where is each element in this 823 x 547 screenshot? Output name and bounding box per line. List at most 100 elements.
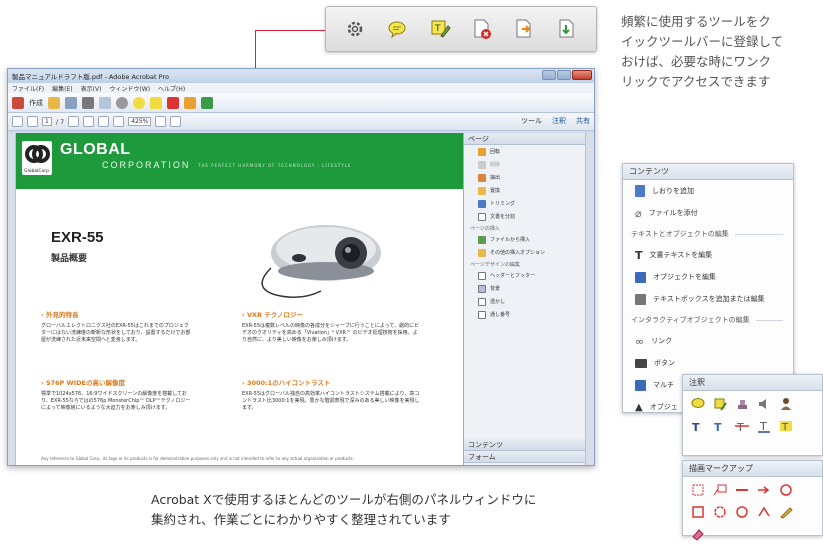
insert-other-icon [478,248,486,257]
menu-file[interactable]: ファイル(F) [12,84,44,93]
textbox-markup-icon[interactable] [691,483,705,497]
add-bookmark-tool[interactable]: しおりを追加 [623,180,793,202]
create-icon[interactable] [12,96,24,109]
tool-rotate[interactable]: 回転 [464,145,594,158]
edit-text-tool[interactable]: T 文書テキストを編集 [623,244,793,266]
delete-page-small-icon[interactable] [167,96,179,109]
watermark-icon [478,297,486,306]
document-view[interactable]: GlobalCorp GLOBAL CORPORATION THE PERFEC… [16,133,464,465]
eraser-icon[interactable] [691,527,705,541]
tool-extract[interactable]: 抽出 [464,171,594,184]
gear-icon[interactable] [342,16,368,42]
tools-panel: ページ 回転 削除 抽出 置換 トリミング 文書を分割 ページの挿入 ファイルか… [464,133,594,465]
attach-file-tool[interactable]: ⌀ ファイルを添付 [623,202,793,224]
zoom-input[interactable]: 425% [128,117,152,126]
tool-crop[interactable]: トリミング [464,197,594,210]
delete-page-icon[interactable] [469,16,495,42]
menu-window[interactable]: ウィンドウ(W) [109,84,150,93]
page-number-input[interactable]: 1 [42,117,52,126]
caption-panel: Acrobat Xで使用するほとんどのツールが右側のパネルウィンドウに 集約され… [151,492,537,527]
open-icon[interactable] [48,96,60,109]
annotation-panel-header[interactable]: 注釈 [683,375,822,391]
bookmark-icon [635,185,645,197]
zoom-in-button[interactable] [113,116,125,127]
oval-icon[interactable] [779,483,793,497]
gear-small-icon[interactable] [116,96,128,109]
edit-object-tool[interactable]: オブジェクトを編集 [623,266,793,288]
callout-icon[interactable] [713,483,727,497]
extract-page-icon[interactable] [511,16,537,42]
fit-page-button[interactable] [155,116,167,127]
export-page-small-icon[interactable] [201,96,213,109]
connected-lines-icon[interactable] [757,505,771,519]
underline-icon[interactable]: T [757,419,771,433]
tool-split[interactable]: 文書を分割 [464,210,594,223]
highlight-icon[interactable] [713,397,727,411]
text-edit-small-icon[interactable] [150,96,162,109]
text-edit-icon[interactable]: T [427,16,453,42]
pencil-icon[interactable] [779,505,793,519]
tool-insert-other[interactable]: その他の挿入オプション [464,246,594,259]
drawing-markup-panel-header[interactable]: 描画マークアップ [683,461,822,477]
prev-page-button[interactable] [12,116,23,127]
hand-tool-button[interactable] [83,116,95,127]
projector-image [261,225,381,298]
menu-view[interactable]: 表示(V) [81,84,102,93]
comment-icon[interactable] [384,16,410,42]
minimize-button[interactable] [542,70,556,80]
maximize-button[interactable] [557,70,571,80]
background-icon [478,284,486,293]
comment-small-icon[interactable] [133,96,145,109]
tab-share[interactable]: 共有 [576,116,590,126]
menu-edit[interactable]: 編集(E) [52,84,72,93]
link-tool[interactable]: ∞ リンク [623,330,793,352]
strikethrough-icon[interactable]: T [735,419,749,433]
create-button[interactable]: 作成 [29,98,43,108]
sticky-note-icon[interactable] [691,397,705,411]
section-form[interactable]: フォーム [464,451,585,463]
print-icon[interactable] [82,96,94,109]
drawing-markup-panel: 描画マークアップ [682,460,823,541]
tool-insert-file[interactable]: ファイルから挿入 [464,233,594,246]
tab-comment[interactable]: 注釈 [552,116,566,126]
tool-header-footer[interactable]: ヘッダーとフッター [464,269,594,282]
email-icon[interactable] [99,96,111,109]
save-icon[interactable] [65,96,77,109]
menu-help[interactable]: ヘルプ(H) [158,84,185,93]
line-icon[interactable] [735,483,749,497]
tool-delete[interactable]: 削除 [464,158,594,171]
section-page[interactable]: ページ [464,133,594,145]
page-total: / 7 [55,117,65,126]
text-replace-icon[interactable]: T [713,419,727,433]
fit-width-button[interactable] [170,116,182,127]
main-toolbar: 作成 [8,93,594,113]
rectangle-icon[interactable] [691,505,705,519]
tool-background[interactable]: 背景 [464,282,594,295]
tool-bates[interactable]: 通し番号 [464,308,594,321]
cloud-icon[interactable] [713,505,727,519]
logo-text: GLOBAL [60,141,131,158]
button-tool[interactable]: ボタン [623,352,793,374]
content-panel-header[interactable]: コンテンツ [623,164,793,180]
tool-watermark[interactable]: 透かし [464,295,594,308]
user-icon[interactable] [779,397,793,411]
tab-tools[interactable]: ツール [521,116,542,126]
extract-page-small-icon[interactable] [184,96,196,109]
text-insert-icon[interactable]: T [691,419,705,433]
panel-scrollbar[interactable] [585,133,594,465]
select-tool-button[interactable] [68,116,80,127]
section-content[interactable]: コンテンツ [464,439,585,451]
export-page-icon[interactable] [554,16,580,42]
tool-replace[interactable]: 置換 [464,184,594,197]
next-page-button[interactable] [27,116,38,127]
polygon-icon[interactable] [735,505,749,519]
navigation-strip[interactable] [8,133,16,465]
stamp-icon[interactable] [735,397,749,411]
close-button[interactable] [572,70,592,80]
text-highlight-icon[interactable]: T [779,419,793,433]
zoom-out-button[interactable] [98,116,110,127]
arrow-icon[interactable] [757,483,771,497]
audio-icon[interactable] [757,397,771,411]
menubar: ファイル(F) 編集(E) 表示(V) ウィンドウ(W) ヘルプ(H) [8,83,594,93]
add-textbox-tool[interactable]: テキストボックスを追加または編集 [623,288,793,310]
